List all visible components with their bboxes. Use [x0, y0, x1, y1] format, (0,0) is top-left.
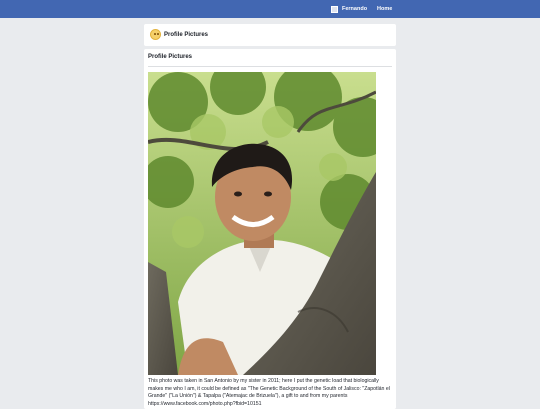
- avatar-icon: [331, 5, 338, 13]
- top-navigation-bar: Fernando Home: [0, 0, 540, 18]
- profile-link[interactable]: Fernando: [331, 3, 367, 15]
- album-title: Profile Pictures: [148, 54, 193, 60]
- user-name: Fernando: [342, 6, 368, 12]
- photo-caption: This photo was taken in San Antonio by m…: [148, 378, 390, 407]
- album-header-title[interactable]: Profile Pictures: [164, 30, 208, 40]
- divider: [148, 66, 392, 67]
- home-link[interactable]: Home: [377, 3, 392, 15]
- album-header-card: Profile Pictures: [144, 24, 396, 46]
- album-content-card: Profile Pictures This photo was taken in…: [144, 49, 396, 409]
- profile-photo[interactable]: [148, 72, 376, 375]
- emoji-icon: [150, 29, 161, 40]
